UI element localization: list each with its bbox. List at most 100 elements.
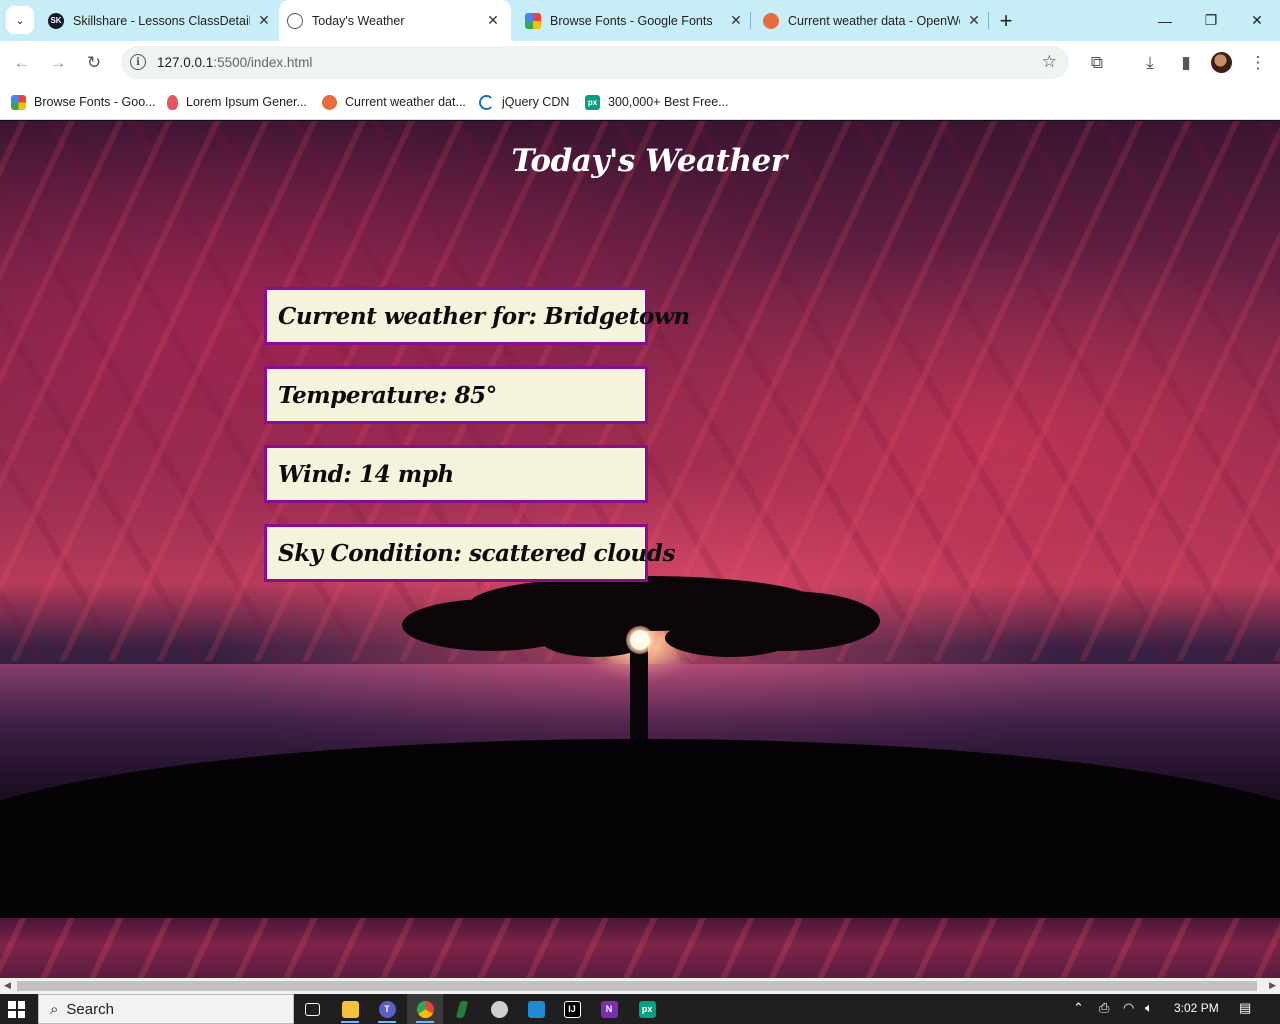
tab-search-button[interactable]: ⌄	[6, 6, 34, 34]
tab-title: Browse Fonts - Google Fonts	[550, 13, 713, 28]
bookmark-pexels[interactable]: px 300,000+ Best Free...	[585, 92, 729, 112]
plus-icon: +	[999, 8, 1013, 33]
tree-trunk	[630, 641, 648, 751]
download-icon: ⤓	[1146, 53, 1154, 72]
taskbar-clock[interactable]: 3:02 PM	[1174, 1001, 1219, 1015]
teams-icon[interactable]: T	[369, 994, 405, 1024]
tab-title: Skillshare - Lessons ClassDetails	[73, 13, 250, 28]
chevron-down-icon: ⌄	[15, 14, 25, 27]
address-bar[interactable]: i 127.0.0.1:5500/index.html ☆	[121, 46, 1069, 79]
profile-avatar[interactable]	[1211, 52, 1232, 73]
tab-title: Current weather data - OpenWeatherMap	[788, 13, 960, 28]
vscode-icon[interactable]	[518, 994, 554, 1024]
notifications-icon[interactable]: ▤	[1239, 1000, 1251, 1016]
url-host: 127.0.0.1	[157, 55, 214, 70]
tab-todays-weather[interactable]: Today's Weather ✕	[279, 0, 511, 41]
tree-canopy	[665, 619, 795, 657]
close-tab-icon[interactable]: ✕	[964, 11, 984, 31]
reload-icon: ↻	[86, 53, 102, 72]
scroll-left-icon[interactable]: ◀	[4, 980, 11, 991]
tab-strip: ⌄ SK Skillshare - Lessons ClassDetails ✕…	[0, 0, 1280, 41]
bookmark-google-fonts[interactable]: Browse Fonts - Goo...	[11, 92, 156, 112]
task-view-icon[interactable]	[294, 994, 330, 1024]
taskbar: ⌕ Search T IJ N px ⌃ ⎙ ◠ 🔈︎ 3:02 PM ▤	[0, 994, 1280, 1024]
google-fonts-icon	[11, 94, 26, 110]
scroll-right-icon[interactable]: ▶	[1269, 980, 1276, 991]
url-text: 127.0.0.1:5500/index.html	[157, 55, 312, 70]
site-info-icon[interactable]: i	[130, 54, 146, 70]
volume-icon[interactable]: 🔈︎	[1145, 1000, 1153, 1016]
page-viewport: Today's Weather Current weather for: Bri…	[0, 121, 1280, 978]
intellij-icon[interactable]: IJ	[554, 994, 590, 1024]
new-tab-button[interactable]: +	[993, 8, 1019, 34]
temperature-card: Temperature: 85°	[264, 366, 648, 424]
pexels-icon[interactable]: px	[629, 994, 665, 1024]
arrow-right-icon: →	[49, 53, 67, 72]
page-title: Today's Weather	[511, 143, 787, 179]
windows-start-icon[interactable]	[8, 1001, 25, 1018]
obs-icon[interactable]	[481, 994, 517, 1024]
forward-button[interactable]: →	[43, 48, 73, 78]
file-explorer-icon[interactable]	[332, 994, 368, 1024]
bookmark-label: Current weather dat...	[345, 95, 466, 109]
minimize-button[interactable]: —	[1142, 0, 1188, 41]
skillshare-icon: SK	[48, 12, 64, 29]
puzzle-icon: ⧉	[1090, 53, 1104, 72]
extensions-button[interactable]: ⧉	[1082, 48, 1112, 78]
wind-card: Wind: 14 mph	[264, 445, 648, 503]
close-tab-icon[interactable]: ✕	[726, 11, 746, 31]
jquery-icon	[479, 94, 494, 110]
onenote-icon[interactable]: N	[591, 994, 627, 1024]
taskbar-search[interactable]: ⌕ Search	[38, 994, 294, 1024]
close-icon: ✕	[1251, 12, 1263, 28]
meet-now-icon[interactable]: ⎙	[1099, 1000, 1109, 1016]
wifi-icon[interactable]: ◠	[1123, 1000, 1134, 1016]
bookmark-openweather[interactable]: Current weather dat...	[322, 92, 466, 112]
side-panel-button[interactable]: ▮	[1171, 48, 1201, 78]
bookmark-label: 300,000+ Best Free...	[608, 95, 729, 109]
horizontal-scrollbar[interactable]: ◀ ▶	[0, 978, 1280, 994]
url-path: :5500/index.html	[213, 55, 313, 70]
google-fonts-icon	[525, 12, 541, 29]
chrome-icon[interactable]	[407, 994, 443, 1024]
pexels-icon: px	[585, 94, 600, 110]
bookmark-star-icon[interactable]: ☆	[1042, 52, 1057, 72]
bookmark-label: Browse Fonts - Goo...	[34, 95, 156, 109]
lorem-ipsum-icon	[167, 94, 178, 110]
restore-icon: ❐	[1204, 12, 1218, 28]
close-window-button[interactable]: ✕	[1234, 0, 1280, 41]
browser-toolbar: ← → ↻ i 127.0.0.1:5500/index.html ☆ ⧉ ⤓ …	[0, 41, 1280, 84]
tab-separator	[988, 12, 989, 29]
tab-title: Today's Weather	[312, 13, 405, 28]
menu-button[interactable]: ⋮	[1243, 48, 1273, 78]
more-vertical-icon: ⋮	[1249, 53, 1267, 72]
location-card: Current weather for: Bridgetown	[264, 287, 690, 345]
bookmark-jquery[interactable]: jQuery CDN	[479, 92, 569, 112]
tab-openweather[interactable]: Current weather data - OpenWeatherMap ✕	[759, 0, 984, 41]
search-icon: ⌕	[50, 1000, 59, 1018]
tab-separator	[750, 12, 751, 29]
app-icon[interactable]	[444, 994, 480, 1024]
openweather-icon	[322, 94, 337, 110]
background-repeat	[0, 918, 1280, 978]
restore-button[interactable]: ❐	[1188, 0, 1234, 41]
arrow-left-icon: ←	[13, 53, 31, 72]
tab-google-fonts[interactable]: Browse Fonts - Google Fonts ✕	[521, 0, 746, 41]
taskbar-search-label: Search	[66, 1000, 114, 1018]
openweather-icon	[763, 12, 779, 29]
bookmark-label: Lorem Ipsum Gener...	[186, 95, 307, 109]
close-tab-icon[interactable]: ✕	[483, 11, 503, 31]
bookmarks-bar: Browse Fonts - Goo... Lorem Ipsum Gener.…	[0, 84, 1280, 120]
scrollbar-thumb[interactable]	[17, 981, 1257, 991]
sun	[626, 626, 654, 654]
reload-button[interactable]: ↻	[79, 48, 109, 78]
chevron-up-icon[interactable]: ⌃	[1073, 1000, 1084, 1016]
downloads-button[interactable]: ⤓	[1135, 48, 1165, 78]
bookmark-lorem-ipsum[interactable]: Lorem Ipsum Gener...	[167, 92, 307, 112]
back-button[interactable]: ←	[7, 48, 37, 78]
bookmark-label: jQuery CDN	[502, 95, 570, 109]
side-panel-icon: ▮	[1181, 53, 1191, 72]
minimize-icon: —	[1158, 12, 1172, 29]
tab-skillshare[interactable]: SK Skillshare - Lessons ClassDetails ✕	[44, 0, 274, 41]
close-tab-icon[interactable]: ✕	[254, 11, 274, 31]
